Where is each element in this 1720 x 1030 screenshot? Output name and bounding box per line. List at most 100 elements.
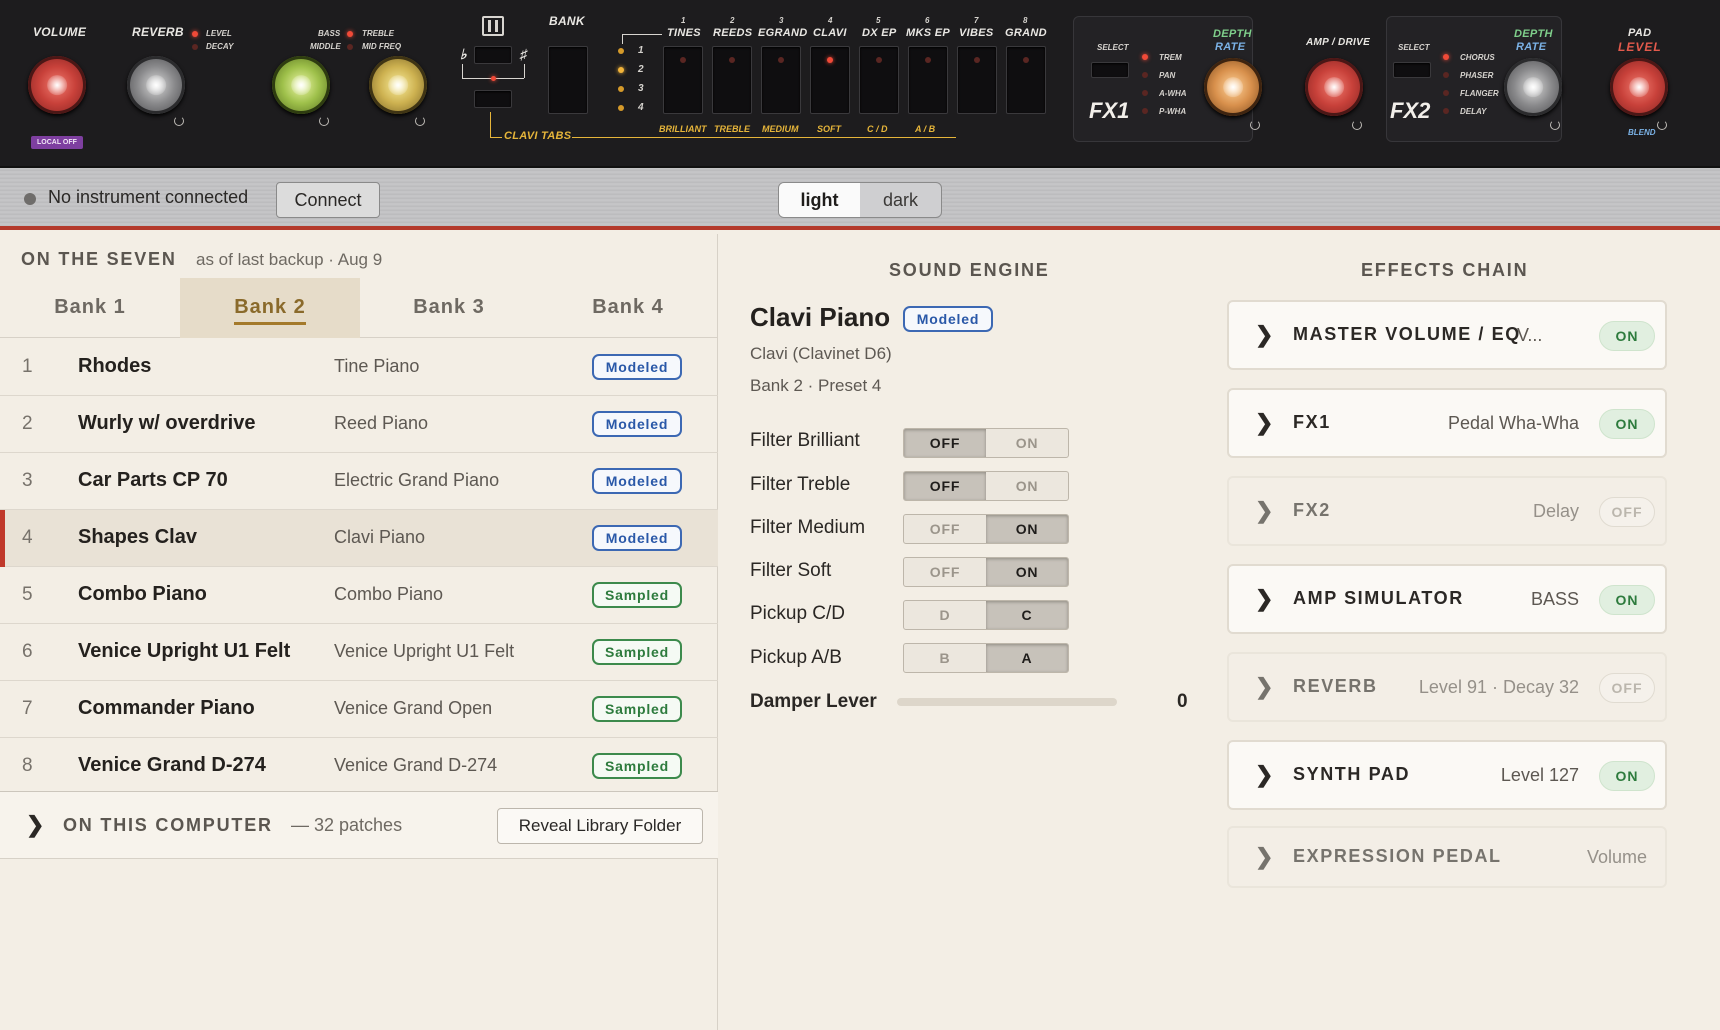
amp-power-icon[interactable]	[1352, 120, 1362, 130]
amp-drive-knob[interactable]	[1305, 58, 1363, 116]
filter-brilliant-on[interactable]: ON	[986, 429, 1068, 457]
filter-soft-on[interactable]: ON	[986, 558, 1068, 586]
instrument-name-egrand: EGRAND	[758, 27, 808, 39]
pickup-cd-c[interactable]: C	[986, 601, 1068, 629]
preset-row[interactable]: 8 Venice Grand D-274 Venice Grand D-274 …	[0, 738, 718, 795]
fx1-knob[interactable]	[1204, 58, 1262, 116]
instrument-switch-dx-ep[interactable]	[859, 46, 899, 114]
eq-treble-power-icon[interactable]	[415, 116, 425, 126]
damper-lever-slider[interactable]	[897, 698, 1117, 706]
effect-state-toggle[interactable]: ON	[1599, 409, 1655, 439]
chevron-right-icon[interactable]: ❯	[1255, 586, 1273, 612]
tab-bank-4[interactable]: Bank 4	[538, 278, 718, 338]
preset-row[interactable]: 6 Venice Upright U1 Felt Venice Upright …	[0, 624, 718, 681]
effect-card-fx2[interactable]: ❯ FX2 Delay OFF	[1227, 476, 1667, 546]
preset-row-selected[interactable]: 4 Shapes Clav Clavi Piano Modeled	[0, 510, 718, 567]
clavi-tabs-label: CLAVI TABS	[504, 130, 572, 142]
volume-knob[interactable]	[28, 56, 86, 114]
fx1-option-trem: TREM	[1159, 53, 1182, 62]
instrument-num: 5	[876, 16, 881, 25]
chevron-right-icon[interactable]: ❯	[26, 812, 44, 838]
eq-treble-knob[interactable]	[369, 56, 427, 114]
effect-card-fx1[interactable]: ❯ FX1 Pedal Wha-Wha ON	[1227, 388, 1667, 458]
chevron-right-icon[interactable]: ❯	[1255, 410, 1273, 436]
tab-bank-3[interactable]: Bank 3	[359, 278, 539, 338]
preset-row[interactable]: 5 Combo Piano Combo Piano Sampled	[0, 567, 718, 624]
param-label: Pickup C/D	[750, 603, 846, 624]
reverb-power-icon[interactable]	[174, 116, 184, 126]
preset-row[interactable]: 7 Commander Piano Venice Grand Open Samp…	[0, 681, 718, 738]
instrument-switch-grand[interactable]	[1006, 46, 1046, 114]
instrument-switch-vibes[interactable]	[957, 46, 997, 114]
instrument-switch-reeds[interactable]	[712, 46, 752, 114]
preset-row[interactable]: 1 Rhodes Tine Piano Modeled	[0, 339, 718, 396]
eq-midfreq-label: MID FREQ	[362, 42, 402, 51]
connection-status-text: No instrument connected	[48, 187, 249, 207]
instrument-switch-mks-ep[interactable]	[908, 46, 948, 114]
fx1-trem-led	[1142, 54, 1148, 60]
chevron-right-icon[interactable]: ❯	[1255, 498, 1273, 524]
pickup-ab-toggle: B A	[903, 643, 1069, 673]
effect-state-toggle[interactable]: OFF	[1599, 673, 1655, 703]
pickup-ab-a[interactable]: A	[986, 644, 1068, 672]
bank-label: BANK	[549, 14, 585, 28]
effect-state-toggle[interactable]: ON	[1599, 585, 1655, 615]
chevron-right-icon[interactable]: ❯	[1255, 762, 1273, 788]
pad-power-icon[interactable]	[1657, 120, 1667, 130]
reverb-knob[interactable]	[127, 56, 185, 114]
effect-card-master-volume[interactable]: ❯ MASTER VOLUME / EQ V... ON	[1227, 300, 1667, 370]
fx2-knob[interactable]	[1504, 58, 1562, 116]
pickup-cd-toggle: D C	[903, 600, 1069, 630]
tab-bank-2[interactable]: Bank 2	[180, 278, 360, 338]
effect-state-toggle[interactable]: OFF	[1599, 497, 1655, 527]
local-off-badge[interactable]: LOCAL OFF	[31, 136, 83, 149]
effect-card-reverb[interactable]: ❯ REVERB Level 91 · Decay 32 OFF	[1227, 652, 1667, 722]
chevron-right-icon[interactable]: ❯	[1255, 674, 1273, 700]
filter-soft-off[interactable]: OFF	[904, 558, 986, 586]
reveal-library-folder-button[interactable]: Reveal Library Folder	[497, 808, 703, 844]
pickup-cd-d[interactable]: D	[904, 601, 986, 629]
pad-level-knob[interactable]	[1610, 58, 1668, 116]
engine-badge: Modeled	[903, 306, 993, 332]
connect-button[interactable]: Connect	[276, 182, 380, 218]
theme-dark-option[interactable]: dark	[860, 183, 941, 217]
filter-brilliant-off[interactable]: OFF	[904, 429, 986, 457]
chevron-right-icon[interactable]: ❯	[1255, 322, 1273, 348]
fx1-select-switch[interactable]	[1091, 62, 1129, 78]
fx2-power-icon[interactable]	[1550, 120, 1560, 130]
chevron-right-icon[interactable]: ❯	[1255, 844, 1273, 870]
instrument-switch-clavi[interactable]	[810, 46, 850, 114]
bank-switch[interactable]	[548, 46, 588, 114]
pad-blend-label: BLEND	[1628, 128, 1656, 137]
effect-card-synth-pad[interactable]: ❯ SYNTH PAD Level 127 ON	[1227, 740, 1667, 810]
eq-bass-knob[interactable]	[272, 56, 330, 114]
preset-row[interactable]: 3 Car Parts CP 70 Electric Grand Piano M…	[0, 453, 718, 510]
fx1-power-icon[interactable]	[1250, 120, 1260, 130]
theme-light-option[interactable]: light	[779, 183, 860, 217]
effect-state-toggle[interactable]: ON	[1599, 761, 1655, 791]
fx1-name: FX1	[1089, 98, 1130, 123]
transpose-switch[interactable]	[474, 46, 512, 64]
tab-bank-1[interactable]: Bank 1	[0, 278, 180, 338]
effect-card-amp-simulator[interactable]: ❯ AMP SIMULATOR BASS ON	[1227, 564, 1667, 634]
filter-treble-off[interactable]: OFF	[904, 472, 986, 500]
sharp-icon: ♯	[520, 46, 528, 62]
keyboard-icon[interactable]	[482, 16, 504, 36]
filter-medium-on[interactable]: ON	[986, 515, 1068, 543]
preset-name: Shapes Clav	[78, 526, 197, 548]
fx2-select-switch[interactable]	[1393, 62, 1431, 78]
instrument-name-clavi: CLAVI	[813, 27, 847, 39]
connection-status-dot	[24, 193, 36, 205]
filter-brilliant-toggle: OFF ON	[903, 428, 1069, 458]
pickup-ab-b[interactable]: B	[904, 644, 986, 672]
filter-treble-on[interactable]: ON	[986, 472, 1068, 500]
filter-medium-off[interactable]: OFF	[904, 515, 986, 543]
instrument-switch-egrand[interactable]	[761, 46, 801, 114]
effect-card-expression-pedal[interactable]: ❯ EXPRESSION PEDAL Volume	[1227, 826, 1667, 888]
effect-state-toggle[interactable]: ON	[1599, 321, 1655, 351]
eq-power-icon[interactable]	[319, 116, 329, 126]
octave-switch[interactable]	[474, 90, 512, 108]
instrument-switch-tines[interactable]	[663, 46, 703, 114]
fx2-option-delay: DELAY	[1460, 107, 1487, 116]
preset-row[interactable]: 2 Wurly w/ overdrive Reed Piano Modeled	[0, 396, 718, 453]
